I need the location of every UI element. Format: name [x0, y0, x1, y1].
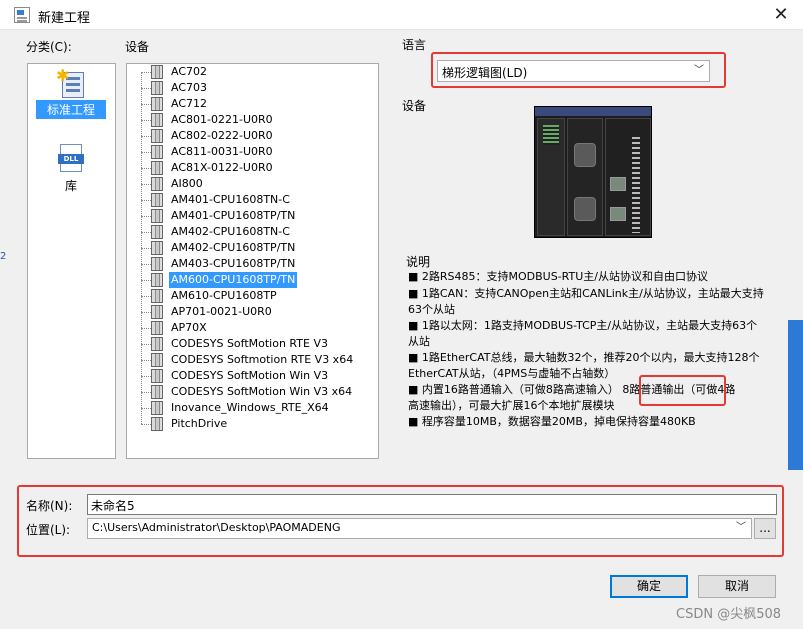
device-module-icon: [151, 289, 163, 303]
device-module-icon: [151, 321, 163, 335]
device-module-icon: [151, 129, 163, 143]
device-module-icon: [151, 145, 163, 159]
device-module-icon: [151, 241, 163, 255]
category-list[interactable]: ✱ 标准工程 DLL 库: [27, 63, 116, 459]
device-tree[interactable]: AC702 AC703 AC712 AC801-0221-U0R0 AC802-…: [126, 63, 379, 459]
plc-device-image: [534, 106, 652, 238]
device-module-icon: [151, 417, 163, 431]
description-line: EtherCAT从站，（4PMS与虚轴不占轴数）: [408, 367, 616, 380]
background-window-edge: [788, 320, 803, 470]
chevron-down-icon[interactable]: ﹀: [733, 519, 749, 537]
device-module-icon: [151, 273, 163, 287]
left-edge-fragment: 2: [0, 251, 7, 262]
device-module-icon: [151, 113, 163, 127]
device-module-icon: [151, 65, 163, 79]
device-module-icon: [151, 225, 163, 239]
device-preview-label: 设备: [402, 99, 427, 113]
name-input[interactable]: 未命名5: [87, 494, 777, 515]
app-icon: [14, 7, 30, 23]
device-module-icon: [151, 369, 163, 383]
watermark: CSDN @尖枫508: [676, 607, 782, 622]
device-module-icon: [151, 305, 163, 319]
dll-library-icon: DLL: [58, 144, 84, 174]
description-line: 高速输出），可最大扩展16个本地扩展模块: [408, 399, 615, 412]
description-line: 63个从站: [408, 303, 455, 316]
description-line: ■ 程序容量10MB，数据容量20MB，掉电保持容量480KB: [408, 415, 696, 428]
devices-label: 设备: [125, 40, 150, 54]
device-module-icon: [151, 161, 163, 175]
language-label: 语言: [402, 38, 427, 52]
category-item-library[interactable]: DLL 库: [36, 144, 106, 195]
ok-button[interactable]: 确定: [610, 575, 688, 598]
standard-project-icon: ✱: [56, 66, 86, 98]
device-module-icon: [151, 401, 163, 415]
description-label: 说明: [406, 255, 431, 269]
description-line: 从站: [408, 335, 430, 348]
device-module-icon: [151, 97, 163, 111]
device-module-icon: [151, 385, 163, 399]
description-line: ■ 2路RS485：支持MODBUS-RTU主/从站协议和自由口协议: [408, 270, 708, 283]
description-line: ■ 1路CAN：支持CANOpen主站和CANLink主/从站协议，主站最大支持: [408, 287, 764, 300]
location-label: 位置(L):: [26, 523, 71, 537]
browse-button[interactable]: ...: [754, 518, 776, 539]
device-module-icon: [151, 193, 163, 207]
category-item-label: 库: [64, 179, 77, 193]
name-label: 名称(N):: [26, 499, 73, 513]
device-module-icon: [151, 81, 163, 95]
category-item-standard-project[interactable]: ✱ 标准工程: [36, 66, 106, 119]
title-bar: 新建工程 ✕: [0, 0, 803, 30]
category-item-label: 标准工程: [36, 100, 106, 119]
output-spec-highlight-box: [639, 375, 726, 406]
window-title: 新建工程: [38, 11, 91, 26]
device-module-icon: [151, 177, 163, 191]
cancel-button[interactable]: 取消: [698, 575, 776, 598]
device-module-icon: [151, 353, 163, 367]
device-module-icon: [151, 257, 163, 271]
device-module-icon: [151, 337, 163, 351]
category-label: 分类(C):: [26, 40, 72, 54]
location-value: C:\Users\Administrator\Desktop\PAOMADENG: [92, 521, 341, 534]
device-module-icon: [151, 209, 163, 223]
close-button[interactable]: ✕: [762, 0, 800, 30]
location-combo[interactable]: C:\Users\Administrator\Desktop\PAOMADENG…: [87, 518, 752, 539]
description-line: ■ 1路EtherCAT总线，最大轴数32个，推荐20个以内，最大支持128个: [408, 351, 760, 364]
description-line: ■ 1路以太网：1路支持MODBUS-TCP主/从站协议，主站最大支持63个: [408, 319, 758, 332]
language-highlight-box: [431, 52, 726, 88]
